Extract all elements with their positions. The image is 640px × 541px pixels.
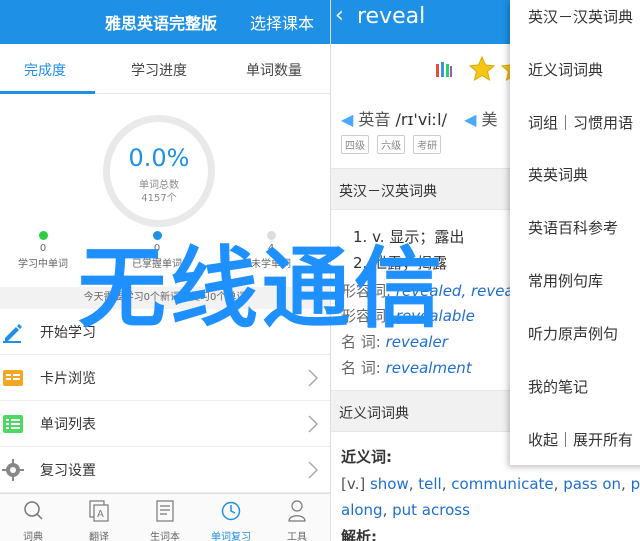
menu-item[interactable]: 英语百科参考 xyxy=(528,217,618,238)
menu-item[interactable]: 词组｜习惯用语 xyxy=(528,112,633,133)
headword: reveal xyxy=(357,4,426,29)
nav-label: 工具 xyxy=(287,532,307,541)
synonym-link[interactable]: pass on xyxy=(563,475,621,493)
synonym-line: along, put across xyxy=(341,501,470,519)
synonym-link[interactable]: communicate xyxy=(451,475,553,493)
book-title: 雅思英语完整版 xyxy=(105,14,218,33)
menu-item[interactable]: 常用例句库 xyxy=(528,270,603,291)
menu-review-settings[interactable]: 复习设置 xyxy=(0,447,330,493)
pencil-icon xyxy=(3,324,22,343)
menu-item[interactable]: 收起｜展开所有 xyxy=(528,429,633,450)
menu-item[interactable]: 近义词词典 xyxy=(528,59,603,80)
notebook-icon xyxy=(156,500,174,522)
exam-tags: 四级 六级 考研 xyxy=(341,134,444,154)
section-title: 英汉－汉英词典 xyxy=(339,184,437,200)
menu-label: 复习设置 xyxy=(40,463,96,479)
chevron-right-icon xyxy=(308,461,318,479)
synonym-heading: 近义词: xyxy=(341,448,392,466)
tag-cet6: 六级 xyxy=(377,135,406,154)
back-button[interactable]: ‹ xyxy=(335,3,344,28)
learning-dot xyxy=(38,231,48,240)
synonym-link[interactable]: along xyxy=(341,501,383,519)
svg-text:A: A xyxy=(97,509,104,520)
tag-cet4: 四级 xyxy=(341,135,369,154)
active-tab-indicator xyxy=(0,91,95,94)
menu-item[interactable]: 我的笔记 xyxy=(528,376,588,397)
nav-dictionary[interactable]: 词典 xyxy=(0,494,66,541)
chevron-right-icon xyxy=(308,369,318,387)
tab-completion[interactable]: 完成度 xyxy=(24,60,66,80)
learning-count: 0 xyxy=(39,243,47,254)
synonym-link[interactable]: p xyxy=(631,475,640,493)
star-icon[interactable] xyxy=(469,56,495,82)
user-icon xyxy=(288,500,306,522)
watermark-text: 无线通信 xyxy=(78,237,447,340)
uk-ipa: /rɪ'viːl/ xyxy=(395,110,447,129)
nav-label: 翻译 xyxy=(89,532,109,541)
synonym-link[interactable]: show xyxy=(370,475,409,493)
gear-icon xyxy=(2,459,24,481)
chevron-right-icon xyxy=(308,415,318,433)
nav-tools[interactable]: 工具 xyxy=(264,494,330,541)
tab-word-count[interactable]: 单词数量 xyxy=(246,60,302,80)
menu-word-list[interactable]: 单词列表 xyxy=(0,401,330,447)
synonym-link[interactable]: put across xyxy=(392,501,470,519)
dictionary-section-menu: 英汉－汉英词典 近义词词典 词组｜习惯用语 英英词典 英语百科参考 常用例句库 … xyxy=(510,0,640,465)
synonym-link[interactable]: tell xyxy=(418,475,441,493)
tag-postgrad: 考研 xyxy=(413,135,442,154)
clock-icon xyxy=(221,501,241,521)
synonym-line: [v.] show, tell, communicate, pass on, p xyxy=(341,475,640,493)
pronunciation: ◀ 英音 /rɪ'viːl/ ◀ 美 xyxy=(341,106,497,130)
analysis-heading: 解析: xyxy=(341,528,377,541)
menu-item[interactable]: 英英词典 xyxy=(528,164,588,185)
speaker-icon[interactable]: ◀ xyxy=(341,110,353,129)
bars-icon[interactable] xyxy=(435,61,453,79)
uk-label: 英音 xyxy=(358,110,391,129)
menu-card-browse[interactable]: 卡片浏览 xyxy=(0,355,330,401)
tab-progress[interactable]: 学习进度 xyxy=(131,60,187,80)
learning-label: 学习中单词 xyxy=(18,259,68,270)
bottom-nav: 词典 A 翻译 生词本 单词复习 工具 xyxy=(0,493,330,541)
total-words-value: 4157个 xyxy=(141,193,177,204)
pos-label: [v.] xyxy=(341,475,370,493)
menu-item[interactable]: 听力原声例句 xyxy=(528,323,618,344)
stats-tabs: 完成度 学习进度 单词数量 xyxy=(0,44,330,94)
cards-icon xyxy=(3,370,23,386)
completion-percent: 0.0% xyxy=(128,144,190,172)
speaker-icon[interactable]: ◀ xyxy=(464,110,476,129)
menu-item[interactable]: 英汉－汉英词典 xyxy=(528,6,633,27)
menu-label: 单词列表 xyxy=(40,417,96,433)
menu-label: 卡片浏览 xyxy=(40,371,96,387)
nav-label: 单词复习 xyxy=(211,532,251,541)
form-value[interactable]: revealment xyxy=(386,359,472,377)
section-title: 近义词词典 xyxy=(339,406,409,422)
nav-label: 词典 xyxy=(23,532,43,541)
choose-book-button[interactable]: 选择课本 xyxy=(250,10,314,34)
translate-icon: A xyxy=(89,500,109,522)
form-label: 名 词: xyxy=(341,359,381,377)
nav-wordbook[interactable]: 生词本 xyxy=(132,494,198,541)
nav-label: 生词本 xyxy=(150,532,180,541)
us-label: 美 xyxy=(481,110,498,129)
stat-learning: 0 学习中单词 xyxy=(0,231,88,270)
nav-word-review[interactable]: 单词复习 xyxy=(198,494,264,541)
screen: 雅思英语完整版 选择课本 完成度 学习进度 单词数量 0.0% 单词总数 415… xyxy=(0,0,640,541)
word-form: 名 词: revealment xyxy=(341,357,472,378)
nav-translate[interactable]: A 翻译 xyxy=(66,494,132,541)
left-header: 雅思英语完整版 选择课本 xyxy=(0,0,330,44)
search-icon xyxy=(24,501,43,520)
list-icon xyxy=(3,415,23,433)
completion-ring: 0.0% 单词总数 4157个 xyxy=(103,115,215,227)
